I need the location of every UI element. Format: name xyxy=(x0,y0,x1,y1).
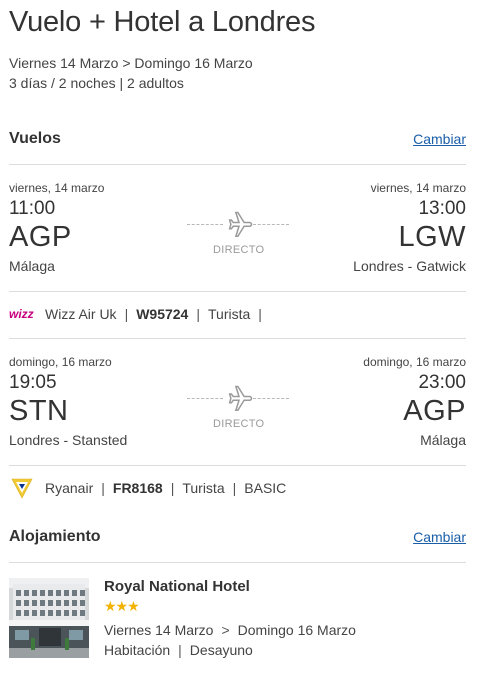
plane-icon xyxy=(224,210,254,245)
outbound-airline-name: Wizz Air Uk xyxy=(45,306,117,322)
return-flight-number: FR8168 xyxy=(112,480,163,496)
outbound-arrive-code: LGW xyxy=(398,221,466,253)
divider xyxy=(9,465,466,466)
ryanair-logo-icon xyxy=(11,476,33,505)
outbound-depart-date: viernes, 14 marzo xyxy=(9,181,105,195)
outbound-stops: DIRECTO xyxy=(213,244,265,256)
arrow-icon: > xyxy=(221,622,230,638)
trip-dates: Viernes 14 Marzo > Domingo 16 Marzo xyxy=(9,55,253,71)
divider xyxy=(9,291,466,292)
return-depart-time: 19:05 xyxy=(9,372,57,393)
outbound-airline-info: Wizz Air Uk | W95724 | Turista | xyxy=(45,306,262,322)
return-arrive-code: AGP xyxy=(403,395,466,427)
divider xyxy=(9,164,466,165)
outbound-flight-number: W95724 xyxy=(136,306,189,322)
return-arrive-city: Málaga xyxy=(420,432,466,448)
hotel-name[interactable]: Royal National Hotel xyxy=(104,578,250,595)
outbound-depart-time: 11:00 xyxy=(9,198,56,219)
route-line xyxy=(187,224,223,225)
hotel-checkin: Viernes 14 Marzo xyxy=(104,622,214,638)
divider xyxy=(9,338,466,339)
hotel-room-info: Habitación | Desayuno xyxy=(104,642,253,658)
return-fare: BASIC xyxy=(244,480,287,496)
hotel-heading: Alojamiento xyxy=(9,528,101,545)
change-flights-link[interactable]: Cambiar xyxy=(413,131,466,147)
hotel-stay-dates: Viernes 14 Marzo > Domingo 16 Marzo xyxy=(104,622,356,638)
return-arrive-date: domingo, 16 marzo xyxy=(363,355,466,369)
hotel-room-type: Habitación xyxy=(104,642,171,658)
wizz-logo-icon: wizz xyxy=(9,306,37,325)
outbound-arrive-date: viernes, 14 marzo xyxy=(370,181,466,195)
flights-heading: Vuelos xyxy=(9,130,61,147)
page-title: Vuelo + Hotel a Londres xyxy=(9,6,316,38)
return-stops: DIRECTO xyxy=(213,418,265,430)
route-line xyxy=(187,398,223,399)
outbound-arrive-city: Londres - Gatwick xyxy=(353,258,466,274)
svg-text:wizz: wizz xyxy=(9,307,34,320)
outbound-depart-city: Málaga xyxy=(9,258,55,274)
route-line xyxy=(253,398,289,399)
outbound-cabin: Turista xyxy=(208,306,251,322)
divider xyxy=(9,562,466,563)
return-depart-code: STN xyxy=(9,395,69,427)
hotel-checkout: Domingo 16 Marzo xyxy=(237,622,356,638)
return-depart-date: domingo, 16 marzo xyxy=(9,355,112,369)
trip-summary: 3 días / 2 noches | 2 adultos xyxy=(9,75,184,91)
outbound-depart-code: AGP xyxy=(9,221,72,253)
plane-icon xyxy=(224,384,254,419)
hotel-photo[interactable] xyxy=(9,578,89,658)
outbound-arrive-time: 13:00 xyxy=(418,198,466,219)
hotel-star-rating: ★★★ xyxy=(104,598,140,614)
return-cabin: Turista xyxy=(182,480,225,496)
change-hotel-link[interactable]: Cambiar xyxy=(413,529,466,545)
route-line xyxy=(253,224,289,225)
return-airline-info: Ryanair | FR8168 | Turista | BASIC xyxy=(45,480,287,496)
return-airline-name: Ryanair xyxy=(45,480,94,496)
return-depart-city: Londres - Stansted xyxy=(9,432,128,448)
return-arrive-time: 23:00 xyxy=(418,372,466,393)
hotel-board: Desayuno xyxy=(189,642,253,658)
